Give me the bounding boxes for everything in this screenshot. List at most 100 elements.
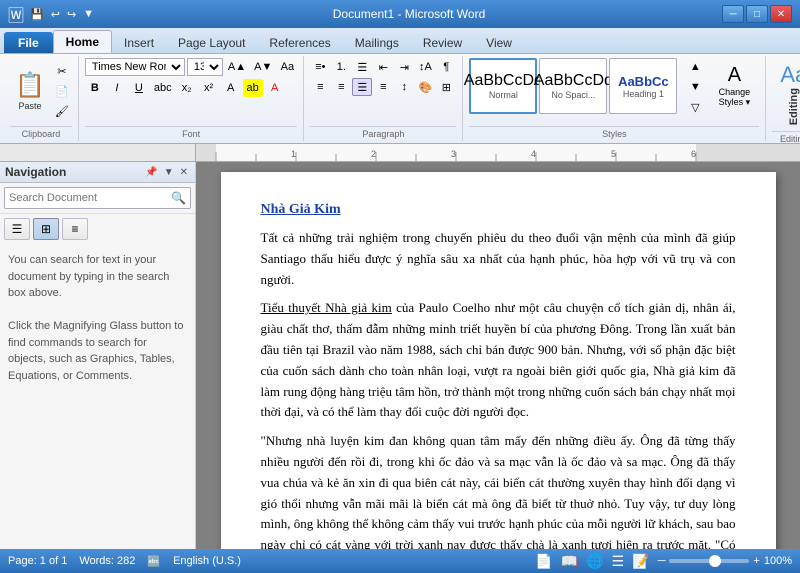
document-body[interactable]: Tất cả những trải nghiệm trong chuyến ph… [261, 228, 736, 549]
line-spacing-button[interactable]: ↕ [394, 78, 414, 96]
tab-file[interactable]: File [4, 32, 53, 53]
clear-format-button[interactable]: Aa [277, 58, 297, 76]
zoom-control: ─ + 100% [658, 555, 792, 567]
style-normal-box[interactable]: AaBbCcDd Normal [469, 58, 537, 114]
tab-review[interactable]: Review [411, 32, 474, 53]
tab-page-layout[interactable]: Page Layout [166, 32, 257, 53]
editing-icon: Aa [780, 62, 800, 88]
nav-pin-button[interactable]: 📌 [143, 167, 159, 178]
quick-access-toolbar: 💾 ↩ ↪ ▼ [28, 8, 96, 21]
styles-area: AaBbCcDd Normal AaBbCcDd No Spaci... AaB… [469, 58, 677, 114]
view-outline-button[interactable]: ☰ [612, 553, 625, 570]
font-color-button[interactable]: A [265, 79, 285, 97]
styles-more-button[interactable]: ▽ [685, 98, 705, 116]
styles-up-button[interactable]: ▲ [685, 58, 705, 76]
cut-button[interactable]: ✂ [52, 62, 72, 80]
italic-button[interactable]: I [107, 79, 127, 97]
save-quick-button[interactable]: 💾 [28, 8, 46, 21]
view-web-button[interactable]: 🌐 [586, 553, 603, 570]
styles-label: Styles [469, 126, 759, 139]
undo-quick-button[interactable]: ↩ [49, 8, 62, 21]
zoom-in-button[interactable]: + [753, 555, 759, 567]
close-button[interactable]: ✕ [770, 5, 792, 23]
subscript-button[interactable]: x₂ [177, 79, 197, 97]
bold-button[interactable]: B [85, 79, 105, 97]
superscript-button[interactable]: x² [199, 79, 219, 97]
bullets-button[interactable]: ≡• [310, 58, 330, 76]
redo-quick-button[interactable]: ↪ [65, 8, 78, 21]
align-justify-button[interactable]: ☰ [352, 78, 372, 96]
paste-button[interactable]: 📋 Paste [10, 63, 50, 119]
numbering-button[interactable]: 1. [331, 58, 351, 76]
change-styles-button[interactable]: A ChangeStyles ▾ [709, 58, 759, 114]
copy-button[interactable]: 📄 [52, 82, 72, 100]
search-input[interactable] [9, 192, 167, 204]
zoom-slider[interactable] [669, 559, 749, 563]
borders-button[interactable]: ⊞ [436, 78, 456, 96]
doc-paragraph-2: Tiểu thuyết Nhà giả kim của Paulo Coelho… [261, 298, 736, 423]
editing-label: Editing [772, 131, 800, 144]
styles-down-button[interactable]: ▼ [685, 78, 705, 96]
view-normal-button[interactable]: 📄 [535, 553, 552, 570]
align-right-button[interactable]: ≡ [373, 78, 393, 96]
tab-mailings[interactable]: Mailings [343, 32, 411, 53]
tab-references[interactable]: References [257, 32, 342, 53]
decrease-font-button[interactable]: A▼ [251, 58, 275, 76]
font-family-select[interactable]: Times New Rom [85, 58, 185, 76]
text-effects-button[interactable]: A [221, 79, 241, 97]
font-content: Times New Rom 13 A▲ A▼ Aa B I U abc x₂ x… [85, 58, 297, 124]
increase-indent-button[interactable]: ⇥ [394, 58, 414, 76]
nav-view-buttons: ☰ ⊞ ≡ [0, 214, 195, 244]
font-size-select[interactable]: 13 [187, 58, 223, 76]
view-reading-button[interactable]: 📖 [561, 553, 578, 570]
style-nospacing-box[interactable]: AaBbCcDd No Spaci... [539, 58, 607, 114]
editing-panel: Aa Editing [772, 58, 800, 129]
maximize-button[interactable]: □ [746, 5, 768, 23]
decrease-indent-button[interactable]: ⇤ [373, 58, 393, 76]
minimize-button[interactable]: ─ [722, 5, 744, 23]
editing-group: Aa Editing Editing [766, 56, 800, 141]
tab-home[interactable]: Home [53, 30, 112, 53]
tab-insert[interactable]: Insert [112, 32, 166, 53]
paragraph-content: ≡• 1. ☰ ⇤ ⇥ ↕A ¶ ≡ ≡ ☰ ≡ ↕ 🎨 ⊞ [310, 58, 456, 124]
highlight-button[interactable]: ab [243, 79, 263, 97]
nav-browse-headings-button[interactable]: ☰ [4, 218, 30, 240]
window-controls: ─ □ ✕ [722, 5, 792, 23]
style-heading1-box[interactable]: AaBbCc Heading 1 [609, 58, 677, 114]
view-draft-button[interactable]: 📝 [632, 553, 649, 570]
horizontal-ruler: 1 2 3 4 5 6 [196, 144, 800, 161]
align-left-button[interactable]: ≡ [310, 78, 330, 96]
style-nospacing-preview: AaBbCcDd [534, 72, 613, 90]
style-nospacing-label: No Spaci... [551, 90, 595, 100]
nav-browse-results-button[interactable]: ≡ [62, 218, 88, 240]
font-row-1: Times New Rom 13 A▲ A▼ Aa [85, 58, 297, 76]
format-painter-button[interactable]: 🖌 [52, 102, 72, 120]
style-normal-label: Normal [489, 90, 518, 100]
underline-button[interactable]: U [129, 79, 149, 97]
doc-paragraph-1: Tất cả những trải nghiệm trong chuyến ph… [261, 228, 736, 290]
styles-content: AaBbCcDd Normal AaBbCcDd No Spaci... AaB… [469, 58, 759, 124]
multilevel-button[interactable]: ☰ [352, 58, 372, 76]
clipboard-content: 📋 Paste ✂ 📄 🖌 [10, 58, 72, 124]
zoom-out-button[interactable]: ─ [658, 555, 666, 567]
navigation-title: Navigation [5, 165, 66, 179]
shading-button[interactable]: 🎨 [415, 78, 435, 96]
nav-menu-button[interactable]: ▼ [162, 167, 176, 178]
nav-close-button[interactable]: ✕ [178, 167, 190, 178]
more-quick-button[interactable]: ▼ [81, 8, 96, 20]
document-area[interactable]: Nhà Giả Kim Tất cả những trải nghiệm tro… [196, 162, 800, 549]
increase-font-button[interactable]: A▲ [225, 58, 249, 76]
font-row-2: B I U abc x₂ x² A ab A [85, 79, 285, 97]
tab-view[interactable]: View [474, 32, 524, 53]
cut-icon: ✂ [57, 65, 66, 78]
doc-paragraph-3: "Nhưng nhà luyện kim đan không quan tâm … [261, 431, 736, 549]
clipboard-label: Clipboard [10, 126, 72, 139]
svg-text:2: 2 [371, 149, 376, 159]
strikethrough-button[interactable]: abc [151, 79, 175, 97]
svg-text:3: 3 [451, 149, 456, 159]
nav-browse-pages-button[interactable]: ⊞ [33, 218, 59, 240]
sort-button[interactable]: ↕A [415, 58, 435, 76]
show-hide-button[interactable]: ¶ [436, 58, 456, 76]
align-center-button[interactable]: ≡ [331, 78, 351, 96]
search-icon[interactable]: 🔍 [171, 191, 186, 205]
